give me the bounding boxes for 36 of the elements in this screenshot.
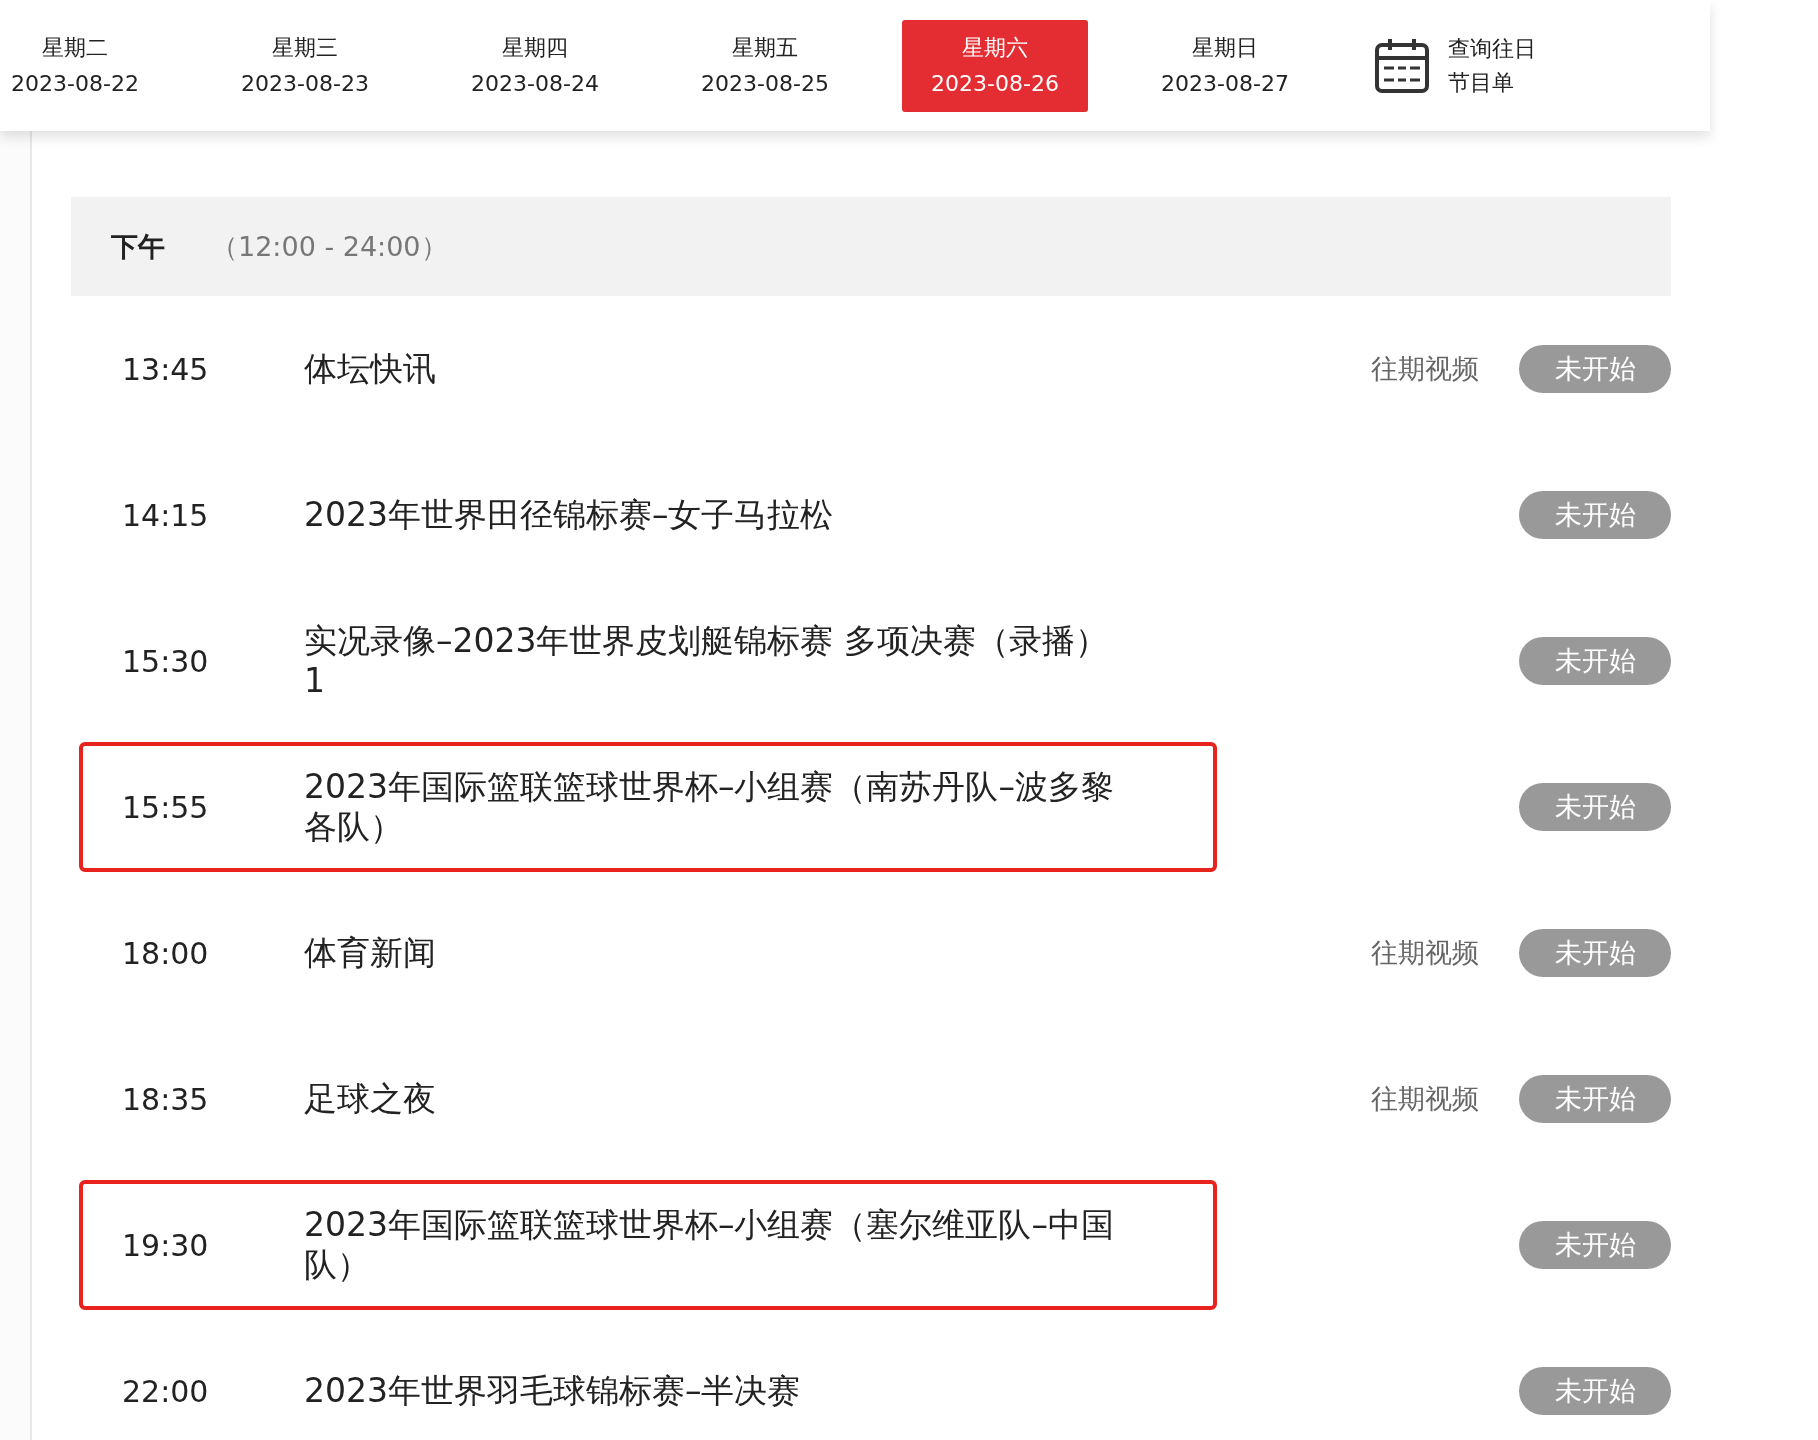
program-title: 体育新闻: [304, 933, 437, 973]
program-time: 15:55: [121, 789, 210, 825]
date-tab[interactable]: 星期六 2023-08-26: [902, 19, 1088, 112]
replay-link[interactable]: 往期视频: [1371, 351, 1479, 387]
program-time: 18:35: [121, 1081, 210, 1117]
program-title: 2023年世界羽毛球锦标赛–半决赛: [304, 1371, 802, 1411]
date-tab[interactable]: 星期五 2023-08-25: [672, 19, 858, 112]
program-title: 2023年国际篮联篮球世界杯–小组赛（南苏丹队–波多黎各队）: [304, 767, 1115, 847]
program-time: 19:30: [121, 1227, 210, 1263]
status-badge: 未开始: [1519, 1367, 1671, 1415]
status-badge: 未开始: [1519, 491, 1671, 539]
program-title: 2023年世界田径锦标赛–女子马拉松: [304, 495, 835, 535]
date-tab[interactable]: 星期三 2023-08-23: [212, 19, 398, 112]
replay-link[interactable]: 往期视频: [1371, 1081, 1479, 1117]
date-tab[interactable]: 星期二 2023-08-22: [0, 19, 168, 112]
status-badge: 未开始: [1519, 929, 1671, 977]
program-time: 18:00: [121, 935, 210, 971]
program-title: 实况录像–2023年世界皮划艇锦标赛 多项决赛（录播）1: [304, 621, 1109, 701]
section-title: 下午: [111, 229, 165, 264]
status-badge: 未开始: [1519, 1221, 1671, 1269]
status-badge: 未开始: [1519, 783, 1671, 831]
date-tab[interactable]: 星期四 2023-08-24: [442, 19, 628, 112]
program-time: 22:00: [121, 1373, 210, 1409]
time-range: （12:00 - 24:00）: [211, 229, 448, 264]
program-title: 足球之夜: [304, 1079, 437, 1119]
program-title: 2023年国际篮联篮球世界杯–小组赛（塞尔维亚队–中国队）: [304, 1205, 1115, 1285]
program-time: 14:15: [121, 497, 210, 533]
status-badge: 未开始: [1519, 345, 1671, 393]
date-tab[interactable]: 星期日 2023-08-27: [1132, 19, 1318, 112]
status-badge: 未开始: [1519, 1075, 1671, 1123]
program-time: 15:30: [121, 643, 210, 679]
history-link[interactable]: 查询往日 节目单: [1448, 31, 1536, 100]
status-badge: 未开始: [1519, 637, 1671, 685]
replay-link[interactable]: 往期视频: [1371, 935, 1479, 971]
program-time: 13:45: [121, 351, 210, 387]
program-title: 体坛快讯: [304, 349, 437, 389]
